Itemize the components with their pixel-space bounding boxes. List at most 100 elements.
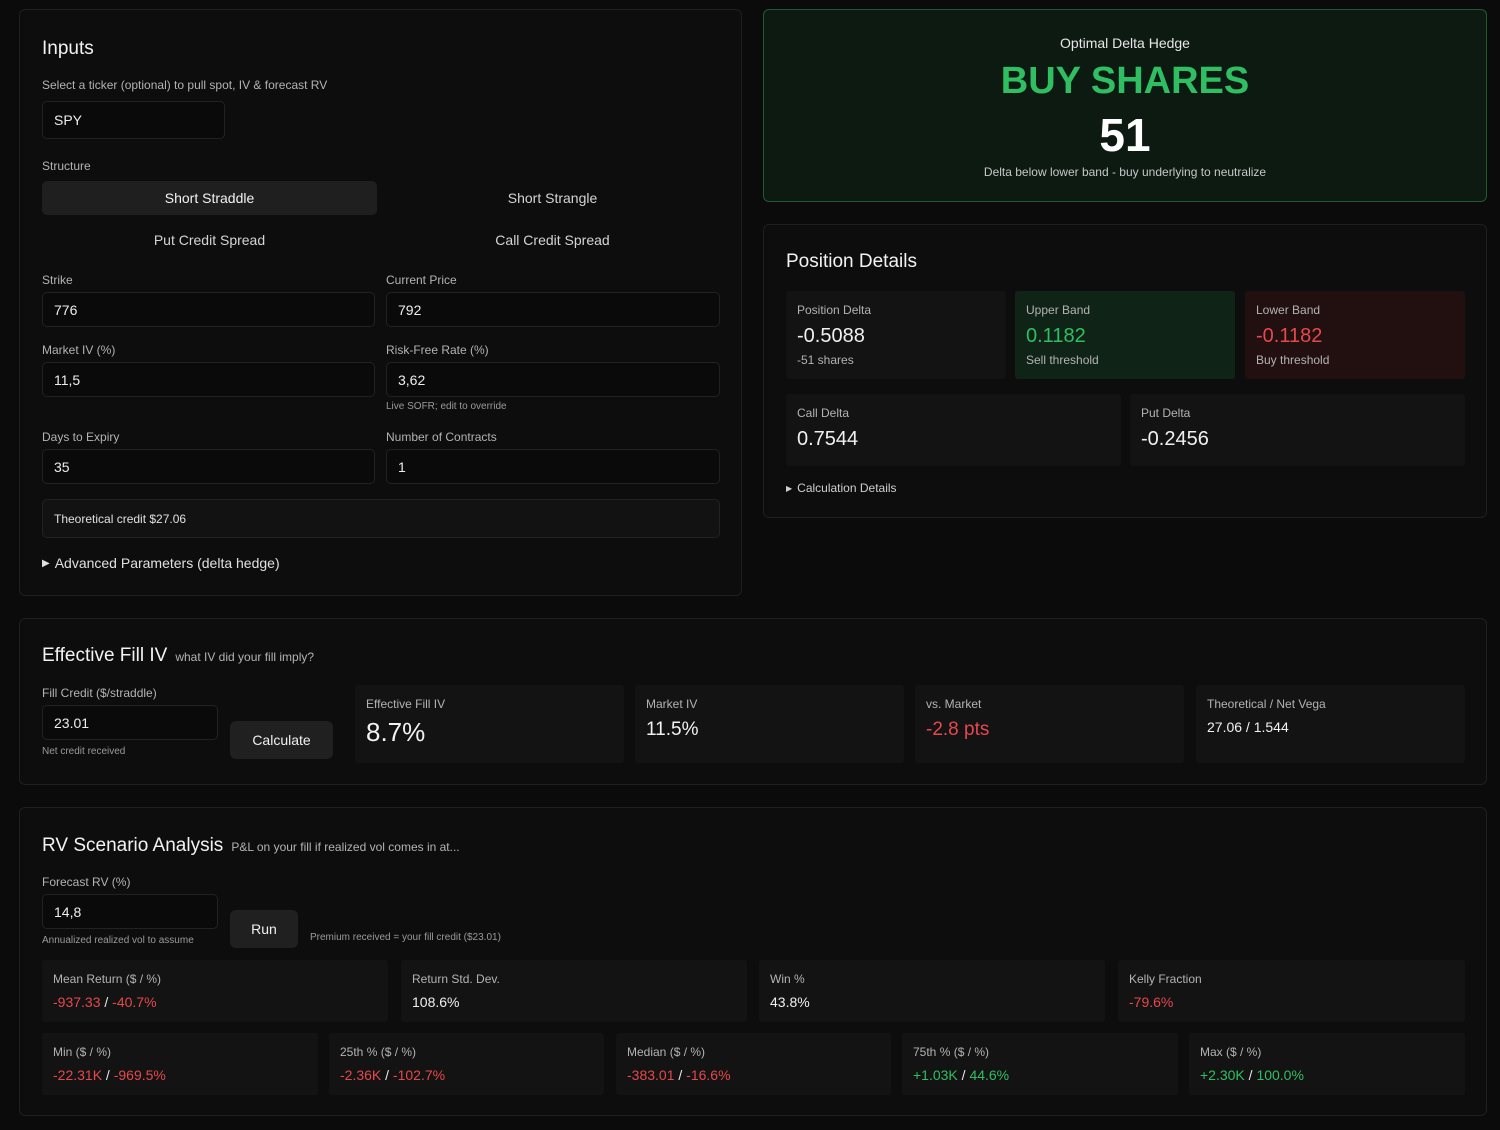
mean-return-label: Mean Return ($ / %) [53,972,162,986]
call-delta-label: Call Delta [797,406,850,420]
lower-band-sub: Buy threshold [1256,353,1330,367]
mean-return-tile: Mean Return ($ / %) -937.33 / -40.7% [42,960,388,1022]
min-percent: -969.5% [113,1067,166,1083]
fill-credit-input[interactable]: 23.01 [42,705,218,740]
rv-header: RV Scenario Analysis P&L on your fill if… [42,835,460,857]
position-delta-label: Position Delta [797,303,872,317]
max-separator: / [1244,1067,1257,1083]
strike-label: Strike [42,273,73,287]
rate-hint: Live SOFR; edit to override [386,401,507,412]
vs-market-value: -2.8 pts [926,719,990,740]
median-separator: / [674,1067,687,1083]
hedge-note: Delta below lower band - buy underlying … [983,165,1267,179]
price-input[interactable]: 792 [386,292,720,327]
dte-input[interactable]: 35 [42,449,375,484]
kelly-fraction-label: Kelly Fraction [1129,972,1202,986]
lower-band-value: -0.1182 [1256,325,1323,347]
theoretical-credit-value: $27.06 [149,511,187,526]
min-tile: Min ($ / %) -22.31K / -969.5% [42,1033,318,1095]
p25-label: 25th % ($ / %) [340,1045,417,1059]
theoretical-vega-label: Theoretical / Net Vega [1207,697,1326,711]
mean-return-percent: -40.7% [112,994,157,1010]
upper-band-tile: Upper Band 0.1182 Sell threshold [1015,291,1235,379]
put-delta-value: -0.2456 [1141,428,1209,450]
max-label: Max ($ / %) [1200,1045,1262,1059]
contracts-input[interactable]: 1 [386,449,720,484]
min-value: -22.31K / -969.5% [53,1067,307,1083]
rate-value: 3,62 [398,371,426,388]
position-delta-value: -0.5088 [797,325,865,347]
p75-tile: 75th % ($ / %) +1.03K / 44.6% [902,1033,1178,1095]
structure-call-credit-spread[interactable]: Call Credit Spread [385,223,720,257]
vs-market-label: vs. Market [926,697,982,711]
position-details-title: Position Details [786,251,917,272]
mean-return-value: -937.33 / -40.7% [53,994,377,1010]
kelly-fraction-tile: Kelly Fraction -79.6% [1118,960,1465,1022]
effective-fill-iv-tile: Effective Fill IV 8.7% [355,685,624,763]
fill-title: Effective Fill IV [42,645,168,666]
effective-fill-iv-label: Effective Fill IV [366,697,446,711]
strike-value: 776 [54,301,78,318]
structure-short-strangle[interactable]: Short Strangle [385,181,720,215]
hedge-title: Optimal Delta Hedge [1060,35,1190,51]
max-value: +2.30K / 100.0% [1200,1067,1454,1083]
p75-percent: 44.6% [969,1067,1010,1083]
std-dev-value: 108.6% [412,994,460,1010]
median-percent: -16.6% [686,1067,731,1083]
rate-input[interactable]: 3,62 [386,362,720,397]
hedge-shares: 51 [1099,109,1151,161]
put-delta-label: Put Delta [1141,406,1191,420]
calculation-details-label: Calculation Details [797,481,897,495]
market-iv-label: Market IV [646,697,698,711]
p75-label: 75th % ($ / %) [913,1045,990,1059]
win-pct-value: 43.8% [770,994,810,1010]
forecast-rv-input[interactable]: 14,8 [42,894,218,929]
std-dev-tile: Return Std. Dev. 108.6% [401,960,747,1022]
position-delta-tile: Position Delta -0.5088 -51 shares [786,291,1006,379]
iv-label: Market IV (%) [42,343,116,357]
strike-input[interactable]: 776 [42,292,375,327]
structure-short-straddle[interactable]: Short Straddle [42,181,377,215]
fill-subtitle: what IV did your fill imply? [175,650,315,664]
hedge-action: BUY SHARES [1000,60,1250,102]
run-button[interactable]: Run [230,910,298,948]
min-separator: / [102,1067,114,1083]
inputs-panel: Inputs Select a ticker (optional) to pul… [19,9,742,596]
upper-band-sub: Sell threshold [1026,353,1099,367]
ticker-value: SPY [54,112,83,128]
ticker-label: Select a ticker (optional) to pull spot,… [42,78,328,92]
calculation-details-toggle[interactable]: ▶ Calculation Details [786,481,897,495]
p25-tile: 25th % ($ / %) -2.36K / -102.7% [329,1033,604,1095]
caret-right-icon: ▶ [786,483,793,493]
structure-put-credit-spread[interactable]: Put Credit Spread [42,223,377,257]
position-details-panel: Position Details Position Delta -0.5088 … [763,224,1487,518]
price-value: 792 [398,301,422,318]
dte-value: 35 [54,458,70,475]
p25-percent: -102.7% [392,1067,446,1083]
p25-value: -2.36K / -102.7% [340,1067,593,1083]
call-delta-tile: Call Delta 0.7544 [786,394,1121,466]
max-percent: 100.0% [1256,1067,1304,1083]
fill-credit-hint: Net credit received [42,746,126,757]
contracts-value: 1 [398,458,406,475]
p25-separator: / [381,1067,393,1083]
rate-label: Risk-Free Rate (%) [386,343,489,357]
theoretical-vega-value: 27.06 / 1.544 [1207,719,1289,735]
p75-value: +1.03K / 44.6% [913,1067,1167,1083]
forecast-rv-label: Forecast RV (%) [42,875,131,889]
max-tile: Max ($ / %) +2.30K / 100.0% [1189,1033,1465,1095]
lower-band-tile: Lower Band -0.1182 Buy threshold [1245,291,1465,379]
advanced-parameters-toggle[interactable]: ▶ Advanced Parameters (delta hedge) [42,555,280,571]
median-dollar: -383.01 [627,1067,675,1083]
rv-title: RV Scenario Analysis [42,835,224,856]
iv-input[interactable]: 11,5 [42,362,375,397]
advanced-parameters-label: Advanced Parameters (delta hedge) [54,555,280,571]
calculate-button[interactable]: Calculate [230,721,333,759]
ticker-input[interactable]: SPY [42,101,225,139]
median-tile: Median ($ / %) -383.01 / -16.6% [616,1033,891,1095]
theoretical-vega-tile: Theoretical / Net Vega 27.06 / 1.544 [1196,685,1465,763]
call-delta-value: 0.7544 [797,428,859,450]
mean-return-separator: / [100,994,113,1010]
kelly-fraction-value: -79.6% [1129,994,1174,1010]
market-iv-value: 11.5% [646,719,699,740]
